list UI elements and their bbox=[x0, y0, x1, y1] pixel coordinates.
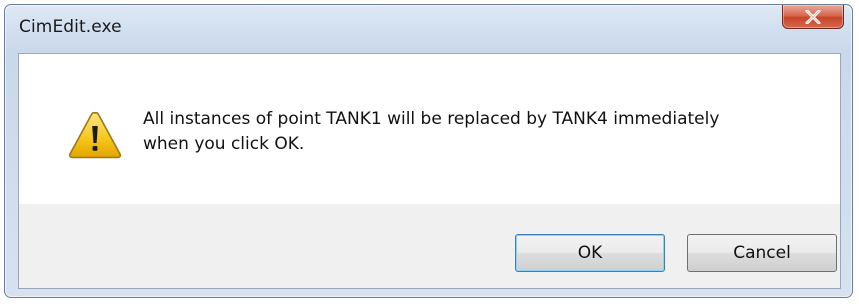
close-button[interactable] bbox=[782, 5, 844, 29]
message-line-1: All instances of point TANK1 will be rep… bbox=[143, 109, 720, 129]
warning-icon bbox=[67, 110, 123, 160]
message-line-2: when you click OK. bbox=[143, 134, 305, 154]
window-title: CimEdit.exe bbox=[19, 17, 122, 37]
dialog-client-area: All instances of point TANK1 will be rep… bbox=[18, 53, 841, 289]
title-bar[interactable]: CimEdit.exe bbox=[5, 5, 852, 53]
dialog-message: All instances of point TANK1 will be rep… bbox=[143, 107, 823, 157]
close-icon bbox=[804, 9, 822, 24]
dialog-window: CimEdit.exe All instances of point TANK1… bbox=[4, 4, 853, 298]
message-area: All instances of point TANK1 will be rep… bbox=[19, 54, 840, 204]
button-bar: OK Cancel bbox=[19, 204, 840, 288]
cancel-button[interactable]: Cancel bbox=[687, 234, 837, 272]
ok-button[interactable]: OK bbox=[515, 234, 665, 272]
